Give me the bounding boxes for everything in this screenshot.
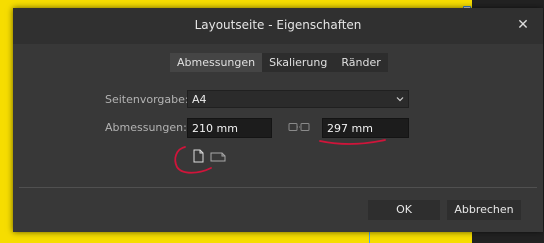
guide-line — [369, 232, 370, 243]
tab-bar: Abmessungen Skalierung Ränder — [170, 53, 388, 72]
preset-label: Seitenvorgabe: — [105, 93, 189, 106]
close-icon[interactable]: ✕ — [511, 14, 535, 36]
dimensions-label: Abmessungen: — [105, 121, 187, 134]
page-properties-dialog: Layoutseite - Eigenschaften ✕ Abmessunge… — [13, 8, 543, 232]
landscape-page-icon[interactable] — [209, 148, 227, 164]
dialog-titlebar: Layoutseite - Eigenschaften ✕ — [13, 8, 543, 44]
width-input[interactable]: 210 mm — [187, 118, 272, 138]
chain-link-icon[interactable] — [288, 122, 310, 132]
height-input[interactable]: 297 mm — [322, 118, 409, 138]
dialog-title: Layoutseite - Eigenschaften — [194, 18, 362, 32]
cancel-button[interactable]: Abbrechen — [447, 200, 521, 220]
preset-value: A4 — [192, 93, 207, 106]
preset-select[interactable]: A4 — [187, 90, 409, 108]
tab-scaling[interactable]: Skalierung — [262, 53, 334, 72]
footer-divider — [19, 187, 537, 188]
tab-margins[interactable]: Ränder — [334, 53, 387, 72]
portrait-page-icon[interactable] — [189, 148, 207, 164]
ok-button[interactable]: OK — [368, 200, 440, 220]
tab-dimensions[interactable]: Abmessungen — [170, 53, 263, 72]
chevron-down-icon — [396, 97, 404, 102]
